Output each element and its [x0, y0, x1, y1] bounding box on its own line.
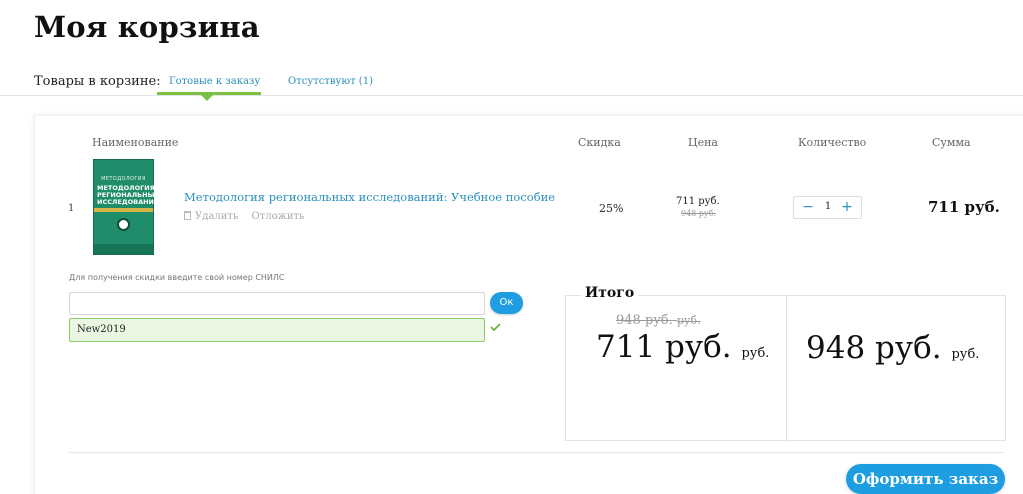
- product-actions: Удалить Отложить: [184, 211, 304, 222]
- snils-label: Для получения скидки введите свой номер …: [69, 273, 285, 282]
- header-name: Наименование: [92, 136, 179, 149]
- header-sum: Сумма: [932, 136, 971, 149]
- totals-full-price: 948 руб. руб.: [806, 330, 979, 366]
- quantity-stepper: − 1 +: [793, 196, 862, 219]
- quantity-value[interactable]: 1: [818, 201, 838, 212]
- promo-code-value: New2019: [77, 324, 126, 335]
- product-title-link[interactable]: Методология региональных исследований: У…: [184, 190, 555, 204]
- totals-new-amount: 711 руб.: [596, 329, 732, 365]
- checkout-button[interactable]: Оформить заказ: [846, 464, 1005, 494]
- book-cover-top-text: МЕТОДОЛОГИЯ: [101, 176, 146, 182]
- totals-old-price: 948 руб. руб.: [616, 313, 701, 328]
- tabs-label: Товары в корзине:: [34, 74, 161, 89]
- trash-icon: [184, 211, 191, 220]
- row-sum: 711 руб.: [928, 198, 1000, 216]
- postpone-button[interactable]: Отложить: [252, 211, 305, 222]
- promo-code-field[interactable]: New2019: [69, 318, 485, 342]
- delete-button[interactable]: Удалить: [184, 211, 238, 222]
- snils-ok-button[interactable]: Ок: [490, 292, 523, 314]
- book-cover-emblem: [117, 218, 130, 231]
- minus-icon[interactable]: −: [798, 198, 818, 217]
- totals-old-unit: руб.: [677, 314, 701, 327]
- book-cover-bottom: [94, 244, 153, 254]
- snils-input[interactable]: [69, 292, 485, 315]
- discount-value: 25%: [599, 202, 624, 215]
- header-price: Цена: [688, 136, 718, 149]
- totals-new-unit: руб.: [741, 346, 770, 361]
- header-discount: Скидка: [578, 136, 621, 149]
- totals-old-amount: 948 руб.: [616, 313, 673, 328]
- bottom-divider: [69, 452, 1004, 453]
- price-new: 711 руб.: [676, 196, 720, 207]
- book-cover-image[interactable]: МЕТОДОЛОГИЯ МЕТОДОЛОГИЯ РЕГИОНАЛЬНЫХ ИСС…: [93, 159, 160, 255]
- book-cover-band: [94, 208, 153, 212]
- totals-full-unit: руб.: [951, 347, 980, 362]
- plus-icon[interactable]: +: [837, 198, 857, 217]
- tab-ready-to-order[interactable]: Готовые к заказу: [169, 76, 260, 87]
- price-old: 948 руб.: [681, 209, 716, 218]
- check-icon: [490, 323, 501, 331]
- totals-label: Итого: [581, 285, 639, 301]
- totals-divider: [786, 296, 787, 442]
- delete-label: Удалить: [195, 211, 239, 222]
- totals-full-amount: 948 руб.: [806, 330, 942, 366]
- page-title: Моя корзина: [34, 10, 260, 44]
- tab-missing[interactable]: Отсутствуют (1): [288, 76, 373, 87]
- header-quantity: Количество: [798, 136, 867, 149]
- totals-discounted-price: 711 руб. руб.: [596, 329, 769, 365]
- cart-tabs: Товары в корзине: Готовые к заказу Отсут…: [0, 70, 1023, 101]
- row-index: 1: [68, 203, 75, 214]
- active-tab-arrow: [201, 95, 213, 101]
- book-cover-title: МЕТОДОЛОГИЯ РЕГИОНАЛЬНЫХ ИССЛЕДОВАНИЙ: [97, 184, 160, 206]
